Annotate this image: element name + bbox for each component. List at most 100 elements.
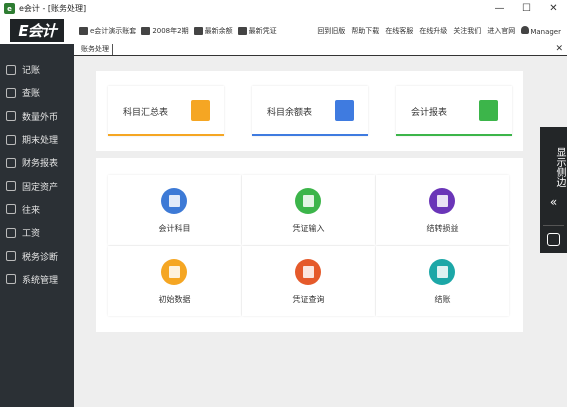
pencil-icon xyxy=(295,188,321,214)
transfer-glyph xyxy=(436,195,448,207)
tile-profit-loss-transfer[interactable]: 结转损益 xyxy=(376,175,509,245)
sidebar-item-label: 固定资产 xyxy=(22,182,59,193)
link-online-upgrade[interactable]: 在线升级 xyxy=(419,26,447,36)
chart-icon xyxy=(479,100,498,121)
card-label: 科目余额表 xyxy=(267,108,313,118)
chart-glyph xyxy=(168,266,180,278)
sidebar-item-label: 财务报表 xyxy=(22,159,59,170)
search-icon xyxy=(6,87,16,98)
card-account-balance[interactable]: 科目余额表 xyxy=(252,86,368,136)
folder-icon xyxy=(6,157,16,168)
tile-accounts[interactable]: 会计科目 xyxy=(108,175,241,245)
company-label: e会计演示账套 xyxy=(90,26,137,35)
app-icon: e xyxy=(4,3,15,14)
tile-voucher-query[interactable]: 凭证查询 xyxy=(242,246,375,316)
sidebar-item-quantity-currency[interactable]: 数量外币 xyxy=(0,105,74,128)
tile-voucher-input[interactable]: 凭证输入 xyxy=(242,175,375,245)
exchange-icon xyxy=(6,204,16,215)
logo-text: E会计 xyxy=(10,19,64,42)
archive-glyph xyxy=(436,266,448,278)
close-button[interactable]: ✕ xyxy=(540,0,567,17)
card-label: 会计报表 xyxy=(411,108,448,118)
chart-icon xyxy=(161,259,187,285)
sidebar-item-label: 往来 xyxy=(22,205,41,216)
toolbar-links: 回到旧版 帮助下载 在线客服 在线升级 关注我们 进入官网 Manager xyxy=(317,17,561,44)
tax-icon xyxy=(6,251,16,262)
card-account-summary[interactable]: 科目汇总表 xyxy=(108,86,224,136)
edit-icon xyxy=(6,64,16,75)
tile-label: 凭证查询 xyxy=(292,295,325,304)
card-label: 科目汇总表 xyxy=(123,108,169,118)
link-follow-us[interactable]: 关注我们 xyxy=(453,26,481,36)
sidebar-item-financial-reports[interactable]: 财务报表 xyxy=(0,151,74,174)
sidebar-item-tax-diagnosis[interactable]: 税务诊断 xyxy=(0,244,74,267)
tile-label: 凭证输入 xyxy=(292,224,325,233)
side-panel-label: 显示侧边 xyxy=(554,147,565,187)
archive-icon xyxy=(429,259,455,285)
chevron-left-icon: « xyxy=(549,195,558,209)
sidebar-item-label: 工资 xyxy=(22,229,41,240)
card-underline xyxy=(396,134,512,136)
tile-close-accounts[interactable]: 结账 xyxy=(376,246,509,316)
user-name: Manager xyxy=(530,27,561,36)
sidebar-item-dealings[interactable]: 往来 xyxy=(0,198,74,221)
sidebar-item-label: 查账 xyxy=(22,89,41,100)
sidebar-item-label: 税务诊断 xyxy=(22,252,59,263)
sidebar-item-label: 数量外币 xyxy=(22,112,59,123)
sidebar-item-record[interactable]: 记账 xyxy=(0,58,74,81)
book-icon xyxy=(191,100,210,121)
logo: E会计 xyxy=(0,17,74,44)
main-content: 科目汇总表 科目余额表 会计报表 会计科目 凭证输入 结转损益 初始数据 凭证查… xyxy=(74,56,567,407)
company-selector[interactable]: e会计演示账套 xyxy=(79,26,136,36)
tile-label: 结转损益 xyxy=(426,224,459,233)
card-accounting-report[interactable]: 会计报表 xyxy=(396,86,512,136)
sidebar-item-fixed-assets[interactable]: 固定资产 xyxy=(0,174,74,197)
currency-icon xyxy=(6,111,16,122)
link-official-site[interactable]: 进入官网 xyxy=(487,26,515,36)
sidebar-item-label: 记账 xyxy=(22,66,41,77)
link-old-version[interactable]: 回到旧版 xyxy=(317,26,345,36)
sidebar-item-period-end[interactable]: 期末处理 xyxy=(0,128,74,151)
latest-balance-label: 最新余额 xyxy=(204,26,233,35)
book-icon xyxy=(161,188,187,214)
sidebar-item-query[interactable]: 查账 xyxy=(0,81,74,104)
card-underline xyxy=(108,134,224,136)
latest-balance-button[interactable]: 最新余额 xyxy=(193,26,233,36)
user-icon xyxy=(521,25,530,34)
side-panel-toggle[interactable]: 显示侧边 « xyxy=(540,127,567,253)
balance-icon xyxy=(193,26,203,35)
tab-bar: 账务处理 ✕ xyxy=(74,44,567,56)
tile-initial-data[interactable]: 初始数据 xyxy=(108,246,241,316)
salary-icon xyxy=(6,227,16,238)
maximize-button[interactable]: ☐ xyxy=(513,0,540,17)
phone-icon[interactable] xyxy=(547,233,560,246)
user-menu[interactable]: Manager xyxy=(521,25,561,36)
link-online-service[interactable]: 在线客服 xyxy=(385,26,413,36)
period-selector[interactable]: 2008年2期 xyxy=(141,26,189,36)
title-bar: e e会计 - [账务处理] — ☐ ✕ xyxy=(0,0,567,17)
sidebar-item-label: 系统管理 xyxy=(22,275,59,286)
camera-icon xyxy=(79,26,88,35)
sidebar-item-salary[interactable]: 工资 xyxy=(0,221,74,244)
latest-voucher-button[interactable]: 最新凭证 xyxy=(237,26,277,36)
tile-label: 结账 xyxy=(434,295,451,304)
tile-label: 初始数据 xyxy=(158,295,191,304)
window-title: e会计 - [账务处理] xyxy=(19,4,87,13)
divider xyxy=(543,225,564,226)
close-tab-icon[interactable]: ✕ xyxy=(555,44,563,55)
minimize-button[interactable]: — xyxy=(486,0,513,17)
tab-accounting[interactable]: 账务处理 xyxy=(78,44,113,55)
search-voucher-glyph xyxy=(302,266,314,278)
report-cards-panel: 科目汇总表 科目余额表 会计报表 xyxy=(96,71,523,151)
card-underline xyxy=(252,134,368,136)
period-label: 2008年2期 xyxy=(152,26,189,35)
top-toolbar: E会计 e会计演示账套 2008年2期 最新余额 最新凭证 回到旧版 帮助下载 … xyxy=(0,17,567,44)
window-controls: — ☐ ✕ xyxy=(486,0,567,17)
sidebar-item-label: 期末处理 xyxy=(22,136,59,147)
tile-label: 会计科目 xyxy=(158,224,191,233)
pencil-glyph xyxy=(302,195,314,207)
calendar-icon xyxy=(141,26,151,35)
link-help-download[interactable]: 帮助下载 xyxy=(351,26,379,36)
ledger-icon xyxy=(335,100,354,121)
sidebar-item-system-management[interactable]: 系统管理 xyxy=(0,268,74,291)
